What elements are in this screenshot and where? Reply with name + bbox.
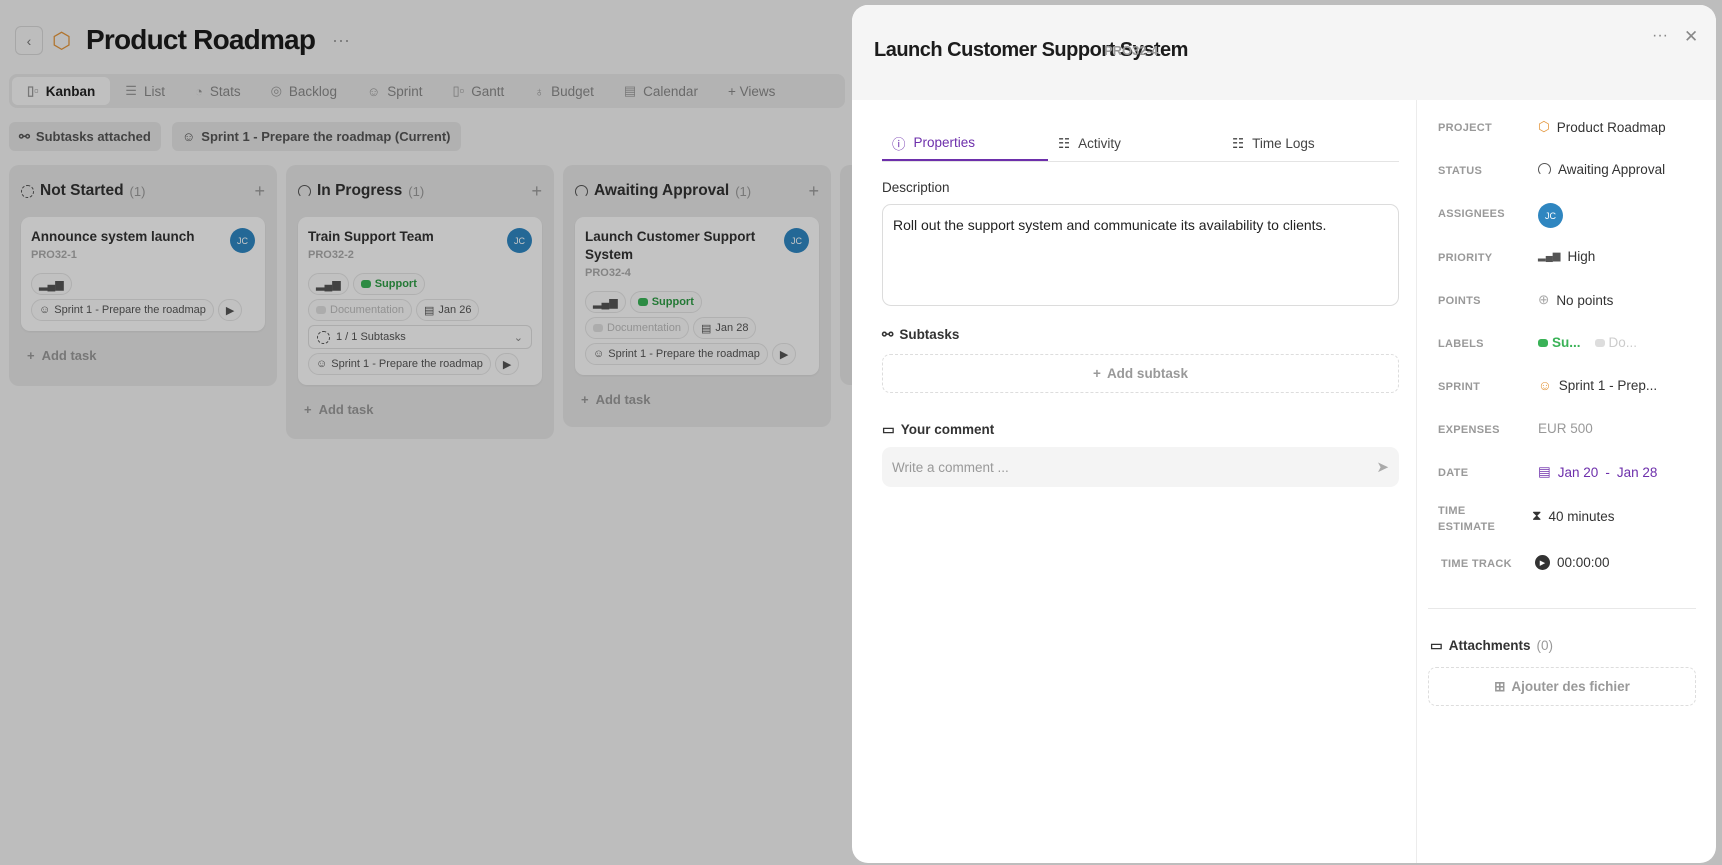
priority-text: High xyxy=(1567,249,1596,264)
time-track-label: TIME TRACK xyxy=(1441,558,1512,570)
detail-tabs: ⓘ Properties ☷ Activity ☷ Time Logs xyxy=(882,126,1399,162)
labels-label: LABELS xyxy=(1438,338,1484,350)
date-start: Jan 20 xyxy=(1557,464,1599,480)
task-id: PRO32-4 xyxy=(1104,43,1159,58)
calendar-icon: ▤ xyxy=(1538,464,1551,479)
subtasks-section: ⚯ Subtasks xyxy=(882,327,959,343)
add-subtask-button[interactable]: + Add subtask xyxy=(882,354,1399,393)
tab-activity[interactable]: ☷ Activity xyxy=(1048,126,1222,161)
expenses-value[interactable]: EUR 500 xyxy=(1538,421,1593,436)
points-label: POINTS xyxy=(1438,295,1481,307)
attachments-label: Attachments xyxy=(1448,638,1531,653)
points-text: No points xyxy=(1556,292,1614,308)
assignees-value[interactable]: JC xyxy=(1538,203,1563,228)
add-subtask-label: Add subtask xyxy=(1106,366,1188,381)
info-icon: ⓘ xyxy=(892,136,906,152)
time-track-value[interactable]: ▶ 00:00:00 xyxy=(1535,555,1610,570)
task-detail-panel: Launch Customer Support System PRO32-4 ·… xyxy=(852,5,1716,863)
project-label: PROJECT xyxy=(1438,122,1493,134)
subtasks-label: Subtasks xyxy=(899,327,960,342)
date-separator: - xyxy=(1605,464,1610,480)
label-documentation: Do... xyxy=(1608,335,1638,350)
tab-label: Activity xyxy=(1078,136,1121,151)
sprint-value[interactable]: ☺ Sprint 1 - Prep... xyxy=(1538,378,1657,393)
comment-placeholder: Write a comment ... xyxy=(892,459,1009,475)
project-name: Product Roadmap xyxy=(1556,119,1666,135)
file-plus-icon: ⊞ xyxy=(1494,678,1506,694)
description-field[interactable]: Roll out the support system and communic… xyxy=(882,204,1399,306)
tab-label: Time Logs xyxy=(1252,136,1315,151)
status-value[interactable]: Awaiting Approval xyxy=(1538,162,1665,177)
tab-properties[interactable]: ⓘ Properties xyxy=(882,126,1048,161)
sprint-text: Sprint 1 - Prep... xyxy=(1558,378,1658,393)
add-file-label: Ajouter des fichier xyxy=(1511,679,1630,694)
tab-label: Properties xyxy=(913,135,976,150)
subtasks-icon: ⚯ xyxy=(882,327,894,342)
play-icon[interactable]: ▶ xyxy=(1535,555,1550,570)
close-icon[interactable]: ✕ xyxy=(1684,27,1698,47)
description-label: Description xyxy=(882,180,950,195)
status-text: Awaiting Approval xyxy=(1558,162,1666,177)
points-icon: ⊕ xyxy=(1538,292,1550,307)
project-logo-icon: ⬡ xyxy=(1538,119,1550,134)
comment-label: Your comment xyxy=(900,422,995,437)
priority-high-icon: ▂▄▆ xyxy=(1538,251,1561,262)
comment-icon: ▭ xyxy=(882,422,895,437)
avatar[interactable]: JC xyxy=(1538,203,1563,228)
labels-value[interactable]: Su... Do... xyxy=(1538,335,1637,350)
date-label: DATE xyxy=(1438,467,1469,479)
attachments-count: (0) xyxy=(1536,638,1554,653)
project-value[interactable]: ⬡ Product Roadmap xyxy=(1538,119,1666,135)
send-icon[interactable]: ➤ xyxy=(1376,458,1389,476)
time-track-text: 00:00:00 xyxy=(1557,555,1610,570)
status-label: STATUS xyxy=(1438,165,1483,177)
attachments-section: ▭ Attachments (0) xyxy=(1430,638,1553,654)
priority-value[interactable]: ▂▄▆ High xyxy=(1538,249,1595,264)
date-end: Jan 28 xyxy=(1616,464,1658,480)
sprint-label: SPRINT xyxy=(1438,381,1481,393)
more-options-icon[interactable]: ··· xyxy=(1652,27,1668,45)
tab-time-logs[interactable]: ☷ Time Logs xyxy=(1222,126,1392,161)
assignees-label: ASSIGNEES xyxy=(1438,208,1505,220)
comment-input[interactable]: Write a comment ... ➤ xyxy=(882,447,1399,487)
sprint-icon: ☺ xyxy=(1538,378,1552,393)
expenses-label: EXPENSES xyxy=(1438,424,1500,436)
hourglass-icon: ⧗ xyxy=(1532,508,1542,523)
priority-label: PRIORITY xyxy=(1438,252,1493,264)
status-icon xyxy=(1538,163,1551,176)
list-icon: ☷ xyxy=(1058,135,1071,151)
estimate-text: 40 minutes xyxy=(1548,508,1615,524)
divider xyxy=(1416,100,1417,863)
comment-section: ▭ Your comment xyxy=(882,422,994,438)
estimate-label-line2: ESTIMATE xyxy=(1438,521,1496,533)
points-value[interactable]: ⊕ No points xyxy=(1538,292,1613,308)
estimate-label: TIME ESTIMATE xyxy=(1438,503,1495,535)
file-icon: ▭ xyxy=(1430,638,1443,653)
estimate-label-line1: TIME xyxy=(1438,505,1466,517)
label-support: Su... xyxy=(1552,335,1581,350)
add-file-button[interactable]: ⊞ Ajouter des fichier xyxy=(1428,667,1696,706)
estimate-value[interactable]: ⧗ 40 minutes xyxy=(1532,508,1615,524)
divider xyxy=(1428,608,1696,609)
list-icon: ☷ xyxy=(1232,135,1245,151)
date-range[interactable]: ▤ Jan 20- Jan 28 xyxy=(1538,464,1657,480)
